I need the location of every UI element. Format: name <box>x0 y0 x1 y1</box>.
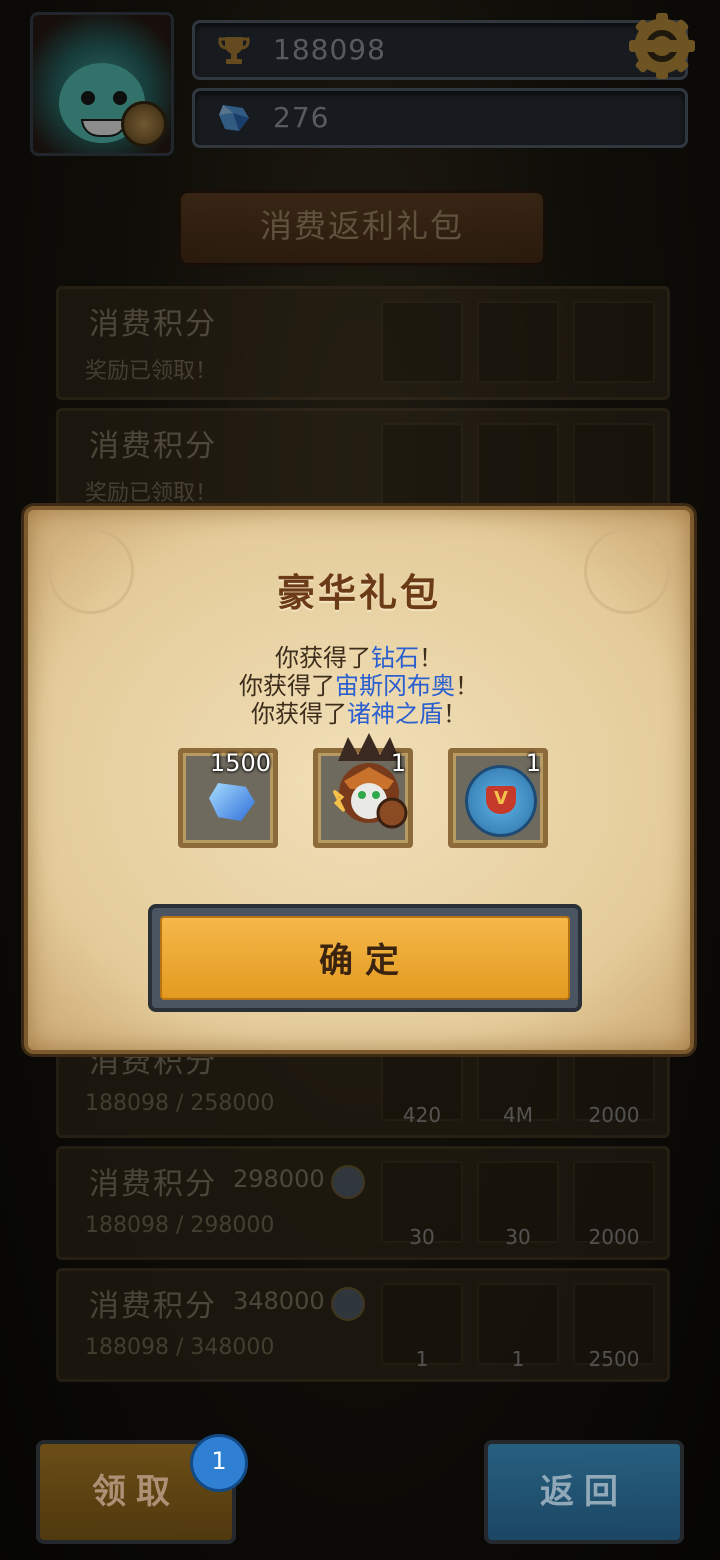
back-button[interactable]: 返回 <box>484 1440 684 1544</box>
reward-slot-diamond[interactable]: 1500 <box>178 748 278 848</box>
reward-quantity: 1500 <box>209 749 271 777</box>
popup-title: 豪华礼包 <box>276 571 441 615</box>
confirm-button-label: 确定 <box>160 916 570 1000</box>
hero-zeus-icon <box>332 733 408 829</box>
reward-quantity: 1 <box>525 749 541 777</box>
reward-quantity: 1 <box>390 749 406 777</box>
message-prefix: 你获得了 <box>251 700 347 728</box>
reward-popup: 豪华礼包 你获得了钻石！ 你获得了宙斯冈布奥！ 你获得了诸神之盾！ 1500 1… <box>24 506 694 1054</box>
reward-slot-hero[interactable]: 1 <box>313 733 413 848</box>
confirm-button[interactable]: 确定 <box>148 904 582 1012</box>
reward-name: 诸神之盾 <box>347 700 443 728</box>
message-suffix: ！ <box>443 700 467 728</box>
reward-message: 你获得了诸神之盾！ <box>28 694 690 729</box>
claim-count-badge: 1 <box>190 1434 248 1492</box>
diamond-icon <box>209 783 255 821</box>
reward-slot-shield[interactable]: V 1 <box>448 748 548 848</box>
